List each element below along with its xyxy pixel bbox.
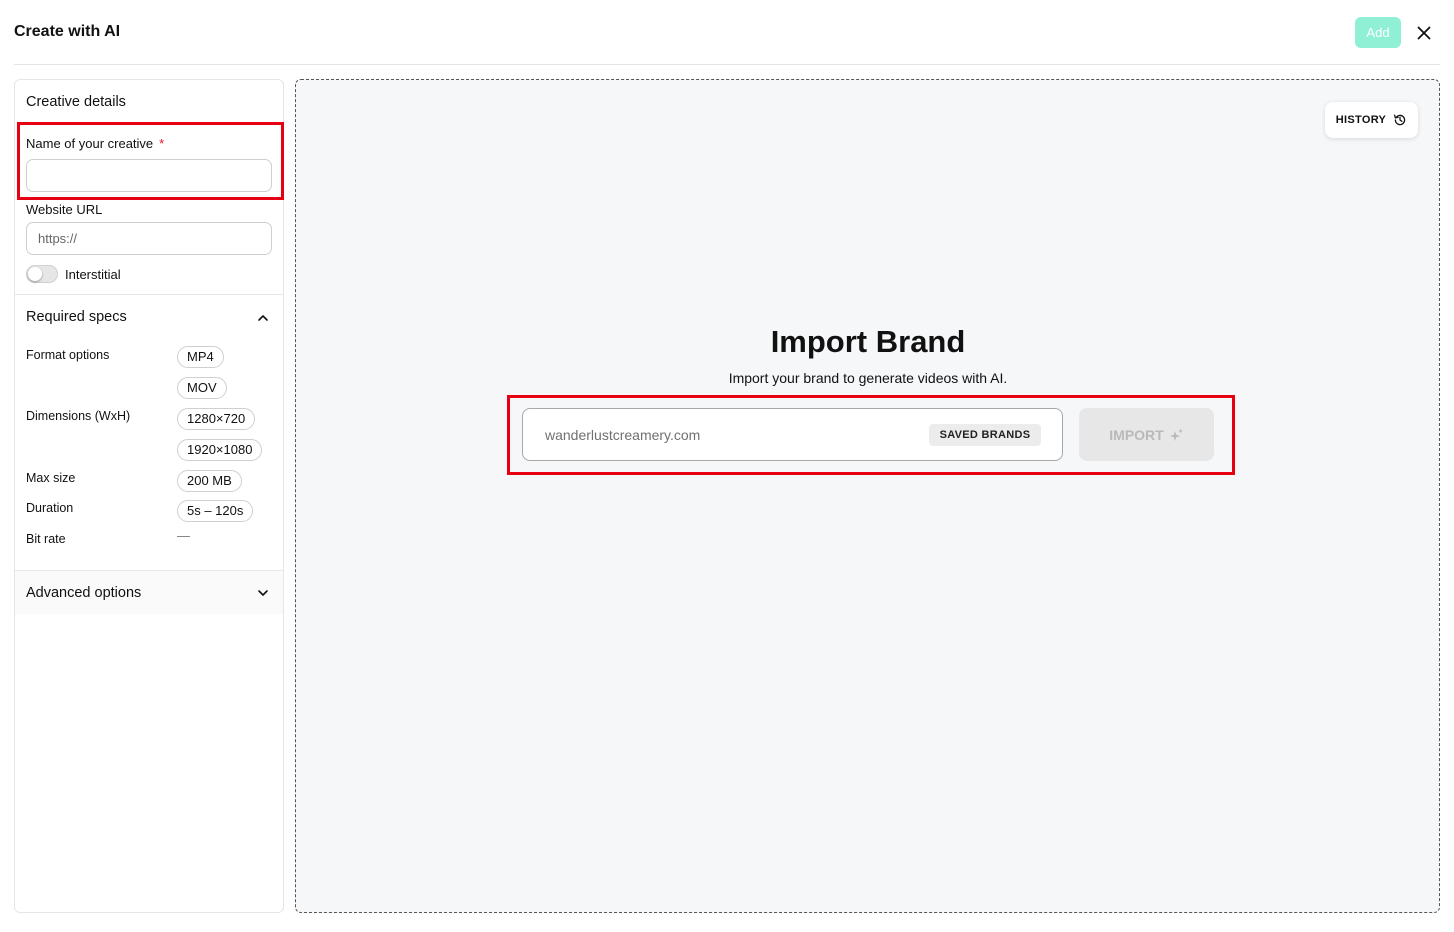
brand-url-field: SAVED BRANDS (522, 408, 1063, 461)
website-url-input[interactable] (26, 222, 272, 255)
format-chip: MP4 (177, 346, 224, 368)
import-brand-title: Import Brand (770, 324, 966, 359)
format-chip: MOV (177, 377, 227, 399)
bit-rate-label: Bit rate (26, 532, 66, 546)
sparkle-icon (1169, 428, 1183, 441)
section-divider (15, 294, 283, 295)
required-specs-heading: Required specs (26, 309, 127, 325)
import-button[interactable]: IMPORT (1079, 408, 1214, 461)
chevron-up-icon[interactable] (256, 311, 270, 325)
creative-details-heading: Creative details (26, 94, 126, 110)
creative-name-label-text: Name of your creative (26, 136, 154, 151)
import-brand-subtitle: Import your brand to generate videos wit… (728, 370, 1008, 386)
dimensions-label: Dimensions (WxH) (26, 409, 131, 423)
max-size-chip: 200 MB (177, 470, 242, 492)
creative-settings-panel: Creative details Name of your creative * … (14, 79, 284, 913)
interstitial-toggle[interactable] (26, 265, 58, 283)
history-icon (1394, 114, 1406, 126)
advanced-options-row[interactable]: Advanced options (15, 571, 283, 614)
creative-name-label: Name of your creative * (26, 136, 164, 151)
duration-label: Duration (26, 501, 74, 515)
import-label: IMPORT (1109, 426, 1164, 443)
required-marker: * (159, 136, 165, 151)
dimension-chip: 1280×720 (177, 408, 256, 430)
dimension-chip: 1920×1080 (177, 439, 263, 461)
duration-chip: 5s – 120s (177, 500, 254, 522)
dialog-title: Create with AI (14, 23, 121, 40)
advanced-options-heading: Advanced options (26, 585, 142, 601)
history-label: HISTORY (1335, 114, 1387, 126)
website-url-label: Website URL (26, 202, 103, 217)
chevron-down-icon[interactable] (256, 586, 270, 600)
brand-url-input[interactable] (523, 409, 923, 460)
interstitial-label: Interstitial (65, 267, 121, 282)
creative-name-input[interactable] (26, 159, 272, 192)
bit-rate-value: — (177, 528, 190, 543)
max-size-label: Max size (26, 471, 76, 485)
close-icon (1417, 26, 1431, 40)
add-button[interactable]: Add (1355, 17, 1401, 48)
header-divider (14, 64, 1440, 65)
close-button[interactable] (1412, 21, 1436, 45)
format-options-label: Format options (26, 348, 110, 362)
saved-brands-button[interactable]: SAVED BRANDS (929, 424, 1041, 446)
toggle-knob (28, 267, 42, 281)
history-button[interactable]: HISTORY (1325, 102, 1418, 138)
brand-import-canvas (295, 79, 1440, 913)
